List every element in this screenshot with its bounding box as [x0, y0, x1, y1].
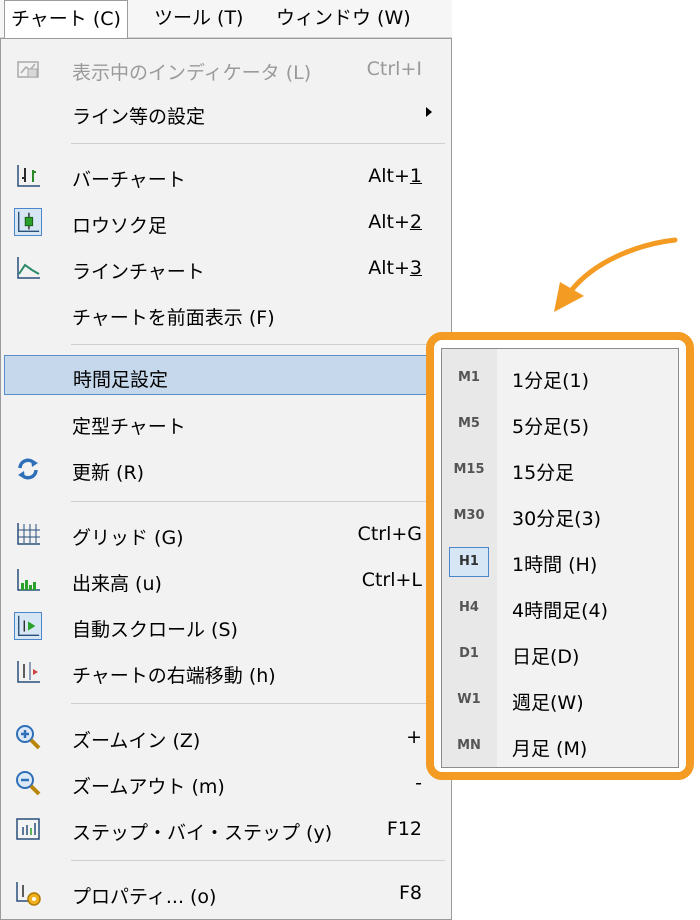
submenu-item-label: 1時間 (H): [512, 554, 598, 576]
menu-item-label: ステップ・バイ・ステップ (y): [72, 822, 333, 844]
menu-item-indicators[interactable]: 表示中のインディケータ (L) Ctrl+I: [4, 49, 448, 89]
submenu-item-label: 月足 (M): [512, 738, 588, 760]
zoom-in-icon: [16, 725, 41, 750]
submenu-item-m15[interactable]: M15 15分足: [442, 448, 678, 492]
submenu-item-h1[interactable]: H1 1時間 (H): [442, 540, 678, 584]
menu-item-shortcut: Ctrl+L: [361, 569, 422, 591]
refresh-icon: [18, 458, 38, 480]
volume-icon: [17, 569, 40, 591]
timeframe-badge-m15: M15: [453, 462, 485, 477]
menu-item-label: 表示中のインディケータ (L): [72, 62, 312, 84]
submenu-item-label: 4時間足(4): [512, 600, 609, 622]
menu-item-label: 出来高 (u): [72, 573, 162, 595]
submenu-item-label: 15分足: [512, 462, 575, 484]
menu-item-label: 時間足設定: [73, 369, 169, 391]
indicators-icon: [17, 61, 39, 78]
menu-item-shortcut: Alt+2: [368, 211, 422, 233]
menu-item-shortcut: Alt+1: [368, 165, 422, 187]
menu-item-label: ライン等の設定: [72, 106, 206, 128]
timeframe-badge-mn: MN: [457, 738, 481, 753]
timeframe-badge-h4: H4: [459, 600, 479, 615]
timeframe-badge-m5: M5: [458, 416, 480, 431]
callout-arrow-icon: [554, 237, 678, 312]
menu-item-label: プロパティ... (o): [72, 886, 217, 908]
step-icon: [16, 818, 40, 840]
menu-item-properties[interactable]: プロパティ... (o) F8: [4, 873, 448, 913]
menu-item-shortcut: F8: [398, 882, 422, 904]
submenu-item-mn[interactable]: MN 月足 (M): [442, 724, 678, 768]
timeframe-submenu: M1 1分足(1) M5 5分足(5) M15 15分足 M30 30分足(3)…: [441, 348, 679, 768]
menu-item-label: チャートを前面表示 (F): [72, 307, 275, 329]
menu-item-chart-shift[interactable]: チャートの右端移動 (h): [4, 652, 448, 692]
submenu-item-label: 30分足(3): [512, 508, 602, 530]
submenu-item-d1[interactable]: D1 日足(D): [442, 632, 678, 676]
submenu-item-m1[interactable]: M1 1分足(1): [442, 356, 678, 400]
submenu-item-label: 週足(W): [512, 692, 584, 714]
menu-item-zoom-in[interactable]: ズームイン (Z) +: [4, 717, 448, 757]
line-chart-icon: [17, 257, 40, 279]
chart-shift-icon: [17, 661, 40, 683]
properties-icon: [16, 882, 41, 906]
menu-separator: [71, 501, 445, 502]
menu-item-line-settings[interactable]: ライン等の設定: [4, 93, 448, 133]
timeframe-badge-w1: W1: [457, 692, 481, 707]
menu-bar: チャート (C) ツール (T) ウィンドウ (W): [0, 0, 452, 39]
menu-item-shortcut: Alt+3: [368, 257, 422, 279]
menu-item-label: ズームアウト (m): [72, 776, 225, 798]
menu-item-shortcut: -: [415, 772, 422, 794]
submenu-item-m5[interactable]: M5 5分足(5): [442, 402, 678, 446]
menu-item-timeframe[interactable]: 時間足設定: [4, 355, 448, 395]
menu-item-shortcut: +: [406, 726, 422, 748]
submenu-item-h4[interactable]: H4 4時間足(4): [442, 586, 678, 630]
menu-item-label: ズームイン (Z): [72, 730, 201, 752]
menu-item-label: チャートの右端移動 (h): [72, 665, 276, 687]
menu-item-line-chart[interactable]: ラインチャート Alt+3: [4, 248, 448, 288]
menu-item-label: 自動スクロール (S): [72, 619, 238, 641]
submenu-item-label: 1分足(1): [512, 370, 590, 392]
autoscroll-icon: [14, 612, 42, 640]
timeframe-badge-d1: D1: [459, 646, 479, 661]
submenu-item-w1[interactable]: W1 週足(W): [442, 678, 678, 722]
menu-item-chart-foreground[interactable]: チャートを前面表示 (F): [4, 294, 448, 334]
submenu-arrow-icon: [426, 107, 432, 117]
bar-chart-icon: [17, 165, 40, 187]
chart-dropdown-menu: 表示中のインディケータ (L) Ctrl+I ライン等の設定 バーチャート Al…: [0, 38, 452, 920]
timeframe-badge-m1: M1: [458, 370, 480, 385]
menu-item-label: グリッド (G): [72, 527, 184, 549]
menu-item-refresh[interactable]: 更新 (R): [4, 449, 448, 489]
submenu-item-label: 日足(D): [512, 646, 580, 668]
menu-window[interactable]: ウィンドウ (W): [270, 0, 417, 38]
menu-item-templates[interactable]: 定型チャート: [4, 403, 448, 443]
menu-item-label: ロウソク足: [72, 215, 168, 237]
timeframe-badge-m30: M30: [453, 508, 485, 523]
menu-separator: [71, 143, 445, 144]
menu-separator: [71, 344, 445, 345]
menu-item-label: 更新 (R): [72, 462, 145, 484]
menu-separator: [71, 703, 445, 704]
menu-item-label: 定型チャート: [72, 416, 186, 438]
menu-item-volume[interactable]: 出来高 (u) Ctrl+L: [4, 560, 448, 600]
menu-item-step-by-step[interactable]: ステップ・バイ・ステップ (y) F12: [4, 809, 448, 849]
zoom-out-icon: [16, 771, 41, 796]
menu-item-label: バーチャート: [72, 169, 186, 191]
menu-item-autoscroll[interactable]: 自動スクロール (S): [4, 606, 448, 646]
submenu-item-label: 5分足(5): [512, 416, 590, 438]
menu-item-grid[interactable]: グリッド (G) Ctrl+G: [4, 514, 448, 554]
menu-item-shortcut: Ctrl+I: [366, 58, 422, 80]
menu-chart[interactable]: チャート (C): [4, 0, 128, 39]
menu-item-shortcut: F12: [386, 818, 422, 840]
grid-icon: [17, 523, 40, 545]
menu-item-candlestick[interactable]: ロウソク足 Alt+2: [4, 202, 448, 242]
timeframe-badge-h1: H1: [449, 547, 489, 577]
menu-item-zoom-out[interactable]: ズームアウト (m) -: [4, 763, 448, 803]
menu-item-label: ラインチャート: [72, 261, 205, 283]
menu-item-shortcut: Ctrl+G: [357, 523, 422, 545]
menu-tools[interactable]: ツール (T): [148, 0, 249, 38]
submenu-item-m30[interactable]: M30 30分足(3): [442, 494, 678, 538]
candlestick-icon: [14, 208, 42, 236]
menu-separator: [71, 860, 445, 861]
menu-item-bar-chart[interactable]: バーチャート Alt+1: [4, 156, 448, 196]
